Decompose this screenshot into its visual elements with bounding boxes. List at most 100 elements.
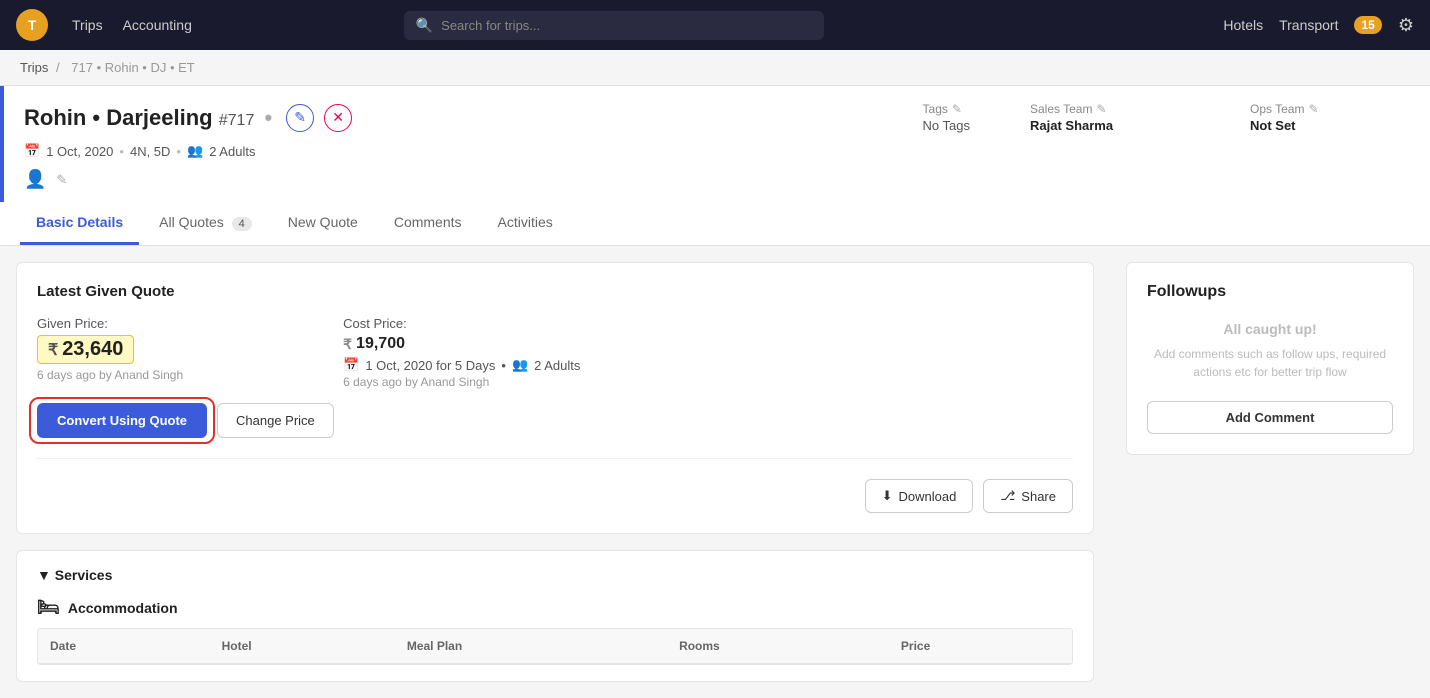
cost-ago: 6 days ago by Anand Singh xyxy=(343,375,580,389)
top-navigation: T Trips Accounting 🔍 Hotels Transport 15… xyxy=(0,0,1430,50)
given-price-label: Given Price: xyxy=(37,316,183,331)
cost-date: 1 Oct, 2020 for 5 Days xyxy=(365,358,495,373)
cost-calendar-icon: 📅 xyxy=(343,357,359,373)
tags-section: Tags ✎ No Tags xyxy=(923,102,970,133)
calendar-icon: 📅 xyxy=(24,143,40,159)
breadcrumb-sep: / xyxy=(56,60,63,75)
ops-team-section: Ops Team ✎ Not Set xyxy=(1250,102,1410,133)
tags-label: Tags xyxy=(923,102,948,116)
col-hotel: Hotel xyxy=(210,629,395,664)
quote-actions: Convert Using Quote Change Price xyxy=(37,403,1073,438)
quote-download-row: ⬇ Download ⎇ Share xyxy=(37,458,1073,513)
all-quotes-badge: 4 xyxy=(232,217,252,231)
sales-team-value: Rajat Sharma xyxy=(1030,118,1190,133)
sales-team-edit-icon[interactable]: ✎ xyxy=(1096,102,1106,116)
breadcrumb: Trips / 717 • Rohin • DJ • ET xyxy=(0,50,1430,86)
change-price-button[interactable]: Change Price xyxy=(217,403,334,438)
nav-transport[interactable]: Transport xyxy=(1279,17,1338,33)
search-bar: 🔍 xyxy=(404,11,824,40)
trip-adults: 2 Adults xyxy=(209,144,255,159)
edit-trip-button[interactable]: ✎ xyxy=(286,104,314,132)
breadcrumb-trips[interactable]: Trips xyxy=(20,60,48,75)
share-button[interactable]: ⎇ Share xyxy=(983,479,1073,513)
tab-basic-details[interactable]: Basic Details xyxy=(20,202,139,245)
given-price-amount: 23,640 xyxy=(62,338,123,361)
add-comment-button[interactable]: Add Comment xyxy=(1147,401,1393,434)
col-rooms: Rooms xyxy=(667,629,889,664)
col-meal-plan: Meal Plan xyxy=(395,629,667,664)
notifications-badge[interactable]: 15 xyxy=(1354,16,1381,34)
cost-price-section: Cost Price: ₹ 19,700 📅 1 Oct, 2020 for 5… xyxy=(343,316,580,389)
given-price-value: ₹ 23,640 xyxy=(37,335,134,364)
tabs: Basic Details All Quotes 4 New Quote Com… xyxy=(0,202,1430,246)
services-title[interactable]: ▼ Services xyxy=(37,567,1073,583)
page-wrapper: Rohin • Darjeeling #717 • ✎ ✕ Tags ✎ No … xyxy=(0,86,1430,698)
download-button[interactable]: ⬇ Download xyxy=(865,479,974,513)
download-icon: ⬇ xyxy=(882,488,893,504)
cost-price-value: ₹ 19,700 xyxy=(343,335,580,353)
person-edit-icon[interactable]: ✎ xyxy=(56,172,67,188)
close-trip-button[interactable]: ✕ xyxy=(324,104,352,132)
ops-team-value: Not Set xyxy=(1250,118,1410,133)
ops-team-edit-icon[interactable]: ✎ xyxy=(1308,102,1318,116)
trip-title: Rohin • Darjeeling #717 • xyxy=(24,105,276,131)
nav-links: Trips Accounting xyxy=(72,17,192,33)
sales-team-label: Sales Team xyxy=(1030,102,1092,116)
sales-team-section: Sales Team ✎ Rajat Sharma xyxy=(1030,102,1190,133)
person-icon: 👤 xyxy=(24,169,46,190)
share-icon: ⎇ xyxy=(1000,488,1015,504)
nav-accounting[interactable]: Accounting xyxy=(123,17,192,33)
app-logo[interactable]: T xyxy=(16,9,48,41)
tab-comments[interactable]: Comments xyxy=(378,202,478,245)
content-area: Latest Given Quote Given Price: ₹ 23,640… xyxy=(0,246,1430,698)
tags-value: No Tags xyxy=(923,118,970,133)
convert-using-quote-button[interactable]: Convert Using Quote xyxy=(37,403,207,438)
cost-price-label: Cost Price: xyxy=(343,316,580,331)
cost-adults-icon: 👥 xyxy=(512,357,528,373)
col-price: Price xyxy=(889,629,1072,664)
nav-right: Hotels Transport 15 ⚙ xyxy=(1223,15,1414,36)
tab-new-quote[interactable]: New Quote xyxy=(272,202,374,245)
trip-duration: 4N, 5D xyxy=(130,144,170,159)
search-input[interactable] xyxy=(441,18,812,33)
cost-adults: 2 Adults xyxy=(534,358,580,373)
cost-meta: 📅 1 Oct, 2020 for 5 Days • 👥 2 Adults xyxy=(343,357,580,373)
accommodation-title: 🛏 Accommodation xyxy=(37,597,1073,618)
right-panel: Followups All caught up! Add comments su… xyxy=(1110,246,1430,698)
nav-hotels[interactable]: Hotels xyxy=(1223,17,1263,33)
tags-edit-icon[interactable]: ✎ xyxy=(952,102,962,116)
left-panel: Latest Given Quote Given Price: ₹ 23,640… xyxy=(0,246,1110,698)
tab-activities[interactable]: Activities xyxy=(482,202,569,245)
trip-header: Rohin • Darjeeling #717 • ✎ ✕ Tags ✎ No … xyxy=(0,86,1430,202)
quote-prices: Given Price: ₹ 23,640 6 days ago by Anan… xyxy=(37,316,1073,389)
col-date: Date xyxy=(38,629,210,664)
search-icon: 🔍 xyxy=(416,17,433,34)
caught-up-text: All caught up! xyxy=(1147,321,1393,337)
trip-meta: 📅 1 Oct, 2020 • 4N, 5D • 👥 2 Adults xyxy=(24,143,1410,159)
given-price-section: Given Price: ₹ 23,640 6 days ago by Anan… xyxy=(37,316,183,389)
breadcrumb-current: 717 • Rohin • DJ • ET xyxy=(71,60,194,75)
table-header-row: Date Hotel Meal Plan Rooms Price xyxy=(38,629,1072,664)
given-price-ago: 6 days ago by Anand Singh xyxy=(37,368,183,382)
convert-btn-wrapper: Convert Using Quote xyxy=(37,403,207,438)
followups-title: Followups xyxy=(1147,283,1393,301)
services-section: ▼ Services 🛏 Accommodation Date Hotel Me… xyxy=(16,550,1094,682)
hotel-icon: 🛏 xyxy=(37,597,60,618)
trip-title-row: Rohin • Darjeeling #717 • ✎ ✕ Tags ✎ No … xyxy=(24,102,1410,133)
rupee-icon: ₹ xyxy=(48,340,58,360)
main-content: Rohin • Darjeeling #717 • ✎ ✕ Tags ✎ No … xyxy=(0,86,1430,698)
ops-team-label: Ops Team xyxy=(1250,102,1304,116)
people-icon: 👥 xyxy=(187,143,203,159)
accommodation-table: Date Hotel Meal Plan Rooms Price xyxy=(37,628,1073,665)
cost-price-amount: 19,700 xyxy=(356,335,405,353)
quote-card-title: Latest Given Quote xyxy=(37,283,1073,300)
tab-all-quotes[interactable]: All Quotes 4 xyxy=(143,202,268,245)
trip-id: #717 xyxy=(219,112,255,129)
followups-card: Followups All caught up! Add comments su… xyxy=(1126,262,1414,455)
quote-card: Latest Given Quote Given Price: ₹ 23,640… xyxy=(16,262,1094,534)
nav-trips[interactable]: Trips xyxy=(72,17,103,33)
cost-rupee-icon: ₹ xyxy=(343,336,352,353)
trip-date: 1 Oct, 2020 xyxy=(46,144,113,159)
caught-up-description: Add comments such as follow ups, require… xyxy=(1147,345,1393,381)
settings-icon[interactable]: ⚙ xyxy=(1398,15,1414,36)
